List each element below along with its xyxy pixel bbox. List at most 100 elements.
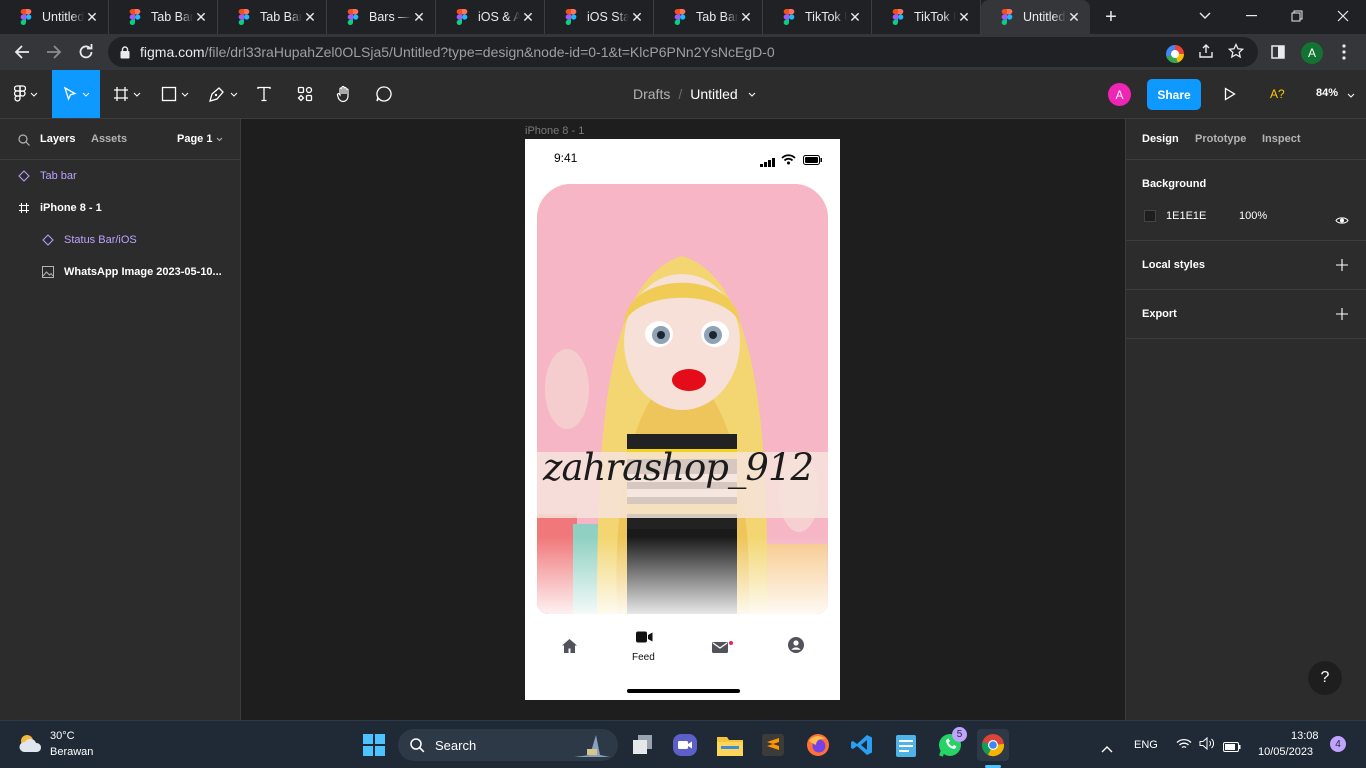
file-explorer-icon[interactable] [714, 729, 746, 761]
chevron-down-icon[interactable] [748, 92, 756, 97]
notification-badge[interactable]: 4 [1330, 736, 1346, 752]
browser-tab[interactable]: iOS Statu✕ [545, 0, 654, 34]
windows-start-icon[interactable] [358, 729, 390, 761]
tab-close-icon[interactable]: ✕ [302, 9, 318, 25]
collaborator-avatar[interactable]: A [1108, 83, 1131, 106]
tab-prototype[interactable]: Prototype [1195, 133, 1246, 145]
share-page-icon[interactable] [1198, 43, 1214, 64]
chrome-icon[interactable] [977, 729, 1009, 761]
tab-close-icon[interactable]: ✕ [193, 9, 209, 25]
browser-tab[interactable]: Untitled ✕ [0, 0, 109, 34]
share-button[interactable]: Share [1147, 79, 1201, 110]
profile-tab-icon[interactable] [788, 637, 804, 658]
tab-close-icon[interactable]: ✕ [956, 9, 972, 25]
text-tool[interactable] [250, 70, 278, 118]
tab-inspect[interactable]: Inspect [1262, 133, 1301, 145]
help-button[interactable]: ? [1308, 661, 1342, 695]
battery-tray-icon[interactable] [1223, 739, 1241, 757]
side-panel-icon[interactable] [1271, 45, 1285, 64]
add-style-plus-icon[interactable] [1336, 258, 1348, 276]
eye-icon[interactable] [1335, 212, 1349, 230]
comment-tool[interactable] [370, 70, 398, 118]
tab-search-chevron-icon[interactable] [1182, 0, 1228, 32]
shape-tool[interactable] [156, 70, 194, 118]
tab-close-icon[interactable]: ✕ [1066, 9, 1082, 25]
tab-assets[interactable]: Assets [91, 133, 127, 145]
language-indicator[interactable]: ENG [1134, 739, 1158, 751]
weather-desc[interactable]: Berawan [50, 746, 93, 758]
firefox-icon[interactable] [802, 729, 834, 761]
browser-tab[interactable]: iOS & An✕ [436, 0, 545, 34]
whatsapp-image[interactable]: zahrashop_912 [537, 184, 828, 614]
browser-tab[interactable]: Bars — F✕ [327, 0, 436, 34]
frame-tool[interactable] [108, 70, 146, 118]
layer-status-bar[interactable]: Status Bar/iOS [0, 224, 240, 256]
clock-time[interactable]: 13:08 [1291, 730, 1319, 742]
weather-temp[interactable]: 30°C [50, 730, 75, 742]
resources-tool[interactable] [290, 70, 320, 118]
tab-close-icon[interactable]: ✕ [520, 9, 536, 25]
kebab-menu-icon[interactable] [1342, 44, 1346, 65]
frame-label[interactable]: iPhone 8 - 1 [525, 125, 584, 137]
browser-tab[interactable]: Tab Bar ✕ [654, 0, 763, 34]
tab-close-icon[interactable]: ✕ [411, 9, 427, 25]
restore-button[interactable] [1274, 0, 1320, 32]
feed-tab-label[interactable]: Feed [632, 652, 655, 663]
tab-close-icon[interactable]: ✕ [629, 9, 645, 25]
notepad-icon[interactable] [890, 729, 922, 761]
video-call-app-icon[interactable] [669, 729, 701, 761]
new-tab-button[interactable]: + [1096, 0, 1126, 34]
tab-close-icon[interactable]: ✕ [847, 9, 863, 25]
volume-tray-icon[interactable] [1199, 736, 1215, 755]
tab-layers[interactable]: Layers [40, 133, 75, 145]
tab-design[interactable]: Design [1142, 133, 1179, 145]
zoom-chevron-icon[interactable] [1347, 93, 1355, 98]
system-tray-chevron-icon[interactable] [1101, 740, 1113, 758]
close-window-button[interactable] [1320, 0, 1366, 32]
pen-tool[interactable] [204, 70, 242, 118]
breadcrumb-drafts[interactable]: Drafts [633, 86, 670, 102]
present-play-icon[interactable] [1224, 87, 1236, 106]
file-name[interactable]: Untitled [690, 86, 737, 102]
add-export-plus-icon[interactable] [1336, 307, 1348, 325]
browser-tab[interactable]: Untitled ✕ [981, 0, 1090, 34]
background-hex-input[interactable]: 1E1E1E [1166, 210, 1206, 222]
sublime-text-icon[interactable] [757, 729, 789, 761]
reload-button[interactable] [70, 36, 102, 68]
minimize-button[interactable] [1228, 0, 1274, 32]
home-tab-icon[interactable] [561, 638, 578, 659]
profile-avatar[interactable]: A [1301, 42, 1323, 64]
vscode-icon[interactable] [846, 729, 878, 761]
layer-iphone-8-1[interactable]: iPhone 8 - 1 [0, 192, 240, 224]
zoom-level[interactable]: 84% [1316, 87, 1338, 99]
feed-tab-icon[interactable] [636, 630, 653, 648]
design-canvas[interactable]: iPhone 8 - 1 9:41 zahrashop_912 Feed [241, 119, 1125, 720]
missing-fonts-button[interactable]: A? [1270, 87, 1285, 101]
taskbar-search-box[interactable]: Search [398, 729, 618, 761]
browser-tab[interactable]: TikTok U✕ [763, 0, 872, 34]
back-button[interactable] [6, 36, 38, 68]
inbox-tab-icon[interactable] [712, 640, 734, 659]
layer-tab-bar[interactable]: Tab bar [0, 160, 240, 192]
background-opacity-input[interactable]: 100% [1239, 210, 1267, 222]
browser-tab[interactable]: TikTok U✕ [872, 0, 981, 34]
tab-close-icon[interactable]: ✕ [84, 9, 100, 25]
wifi-tray-icon[interactable] [1176, 737, 1192, 755]
search-icon[interactable] [18, 133, 30, 151]
page-chevron-icon[interactable] [216, 137, 223, 142]
iphone-frame[interactable]: 9:41 zahrashop_912 Feed [525, 139, 840, 700]
browser-tab[interactable]: Tab Bar ✕ [109, 0, 218, 34]
url-field[interactable]: figma.com/file/drl33raHupahZel0OLSja5/Un… [108, 37, 1258, 67]
clock-date[interactable]: 10/05/2023 [1258, 746, 1313, 758]
layer-whatsapp-image[interactable]: WhatsApp Image 2023-05-10... [0, 256, 240, 288]
page-selector[interactable]: Page 1 [177, 133, 212, 145]
task-view-icon[interactable] [627, 729, 659, 761]
google-icon[interactable] [1166, 44, 1184, 63]
tab-close-icon[interactable]: ✕ [738, 9, 754, 25]
move-tool[interactable] [52, 70, 100, 118]
background-swatch[interactable] [1144, 210, 1156, 222]
forward-button[interactable] [38, 36, 70, 68]
browser-tab[interactable]: Tab Bar ✕ [218, 0, 327, 34]
bookmark-star-icon[interactable] [1227, 42, 1245, 64]
figma-menu-button[interactable] [6, 70, 46, 118]
